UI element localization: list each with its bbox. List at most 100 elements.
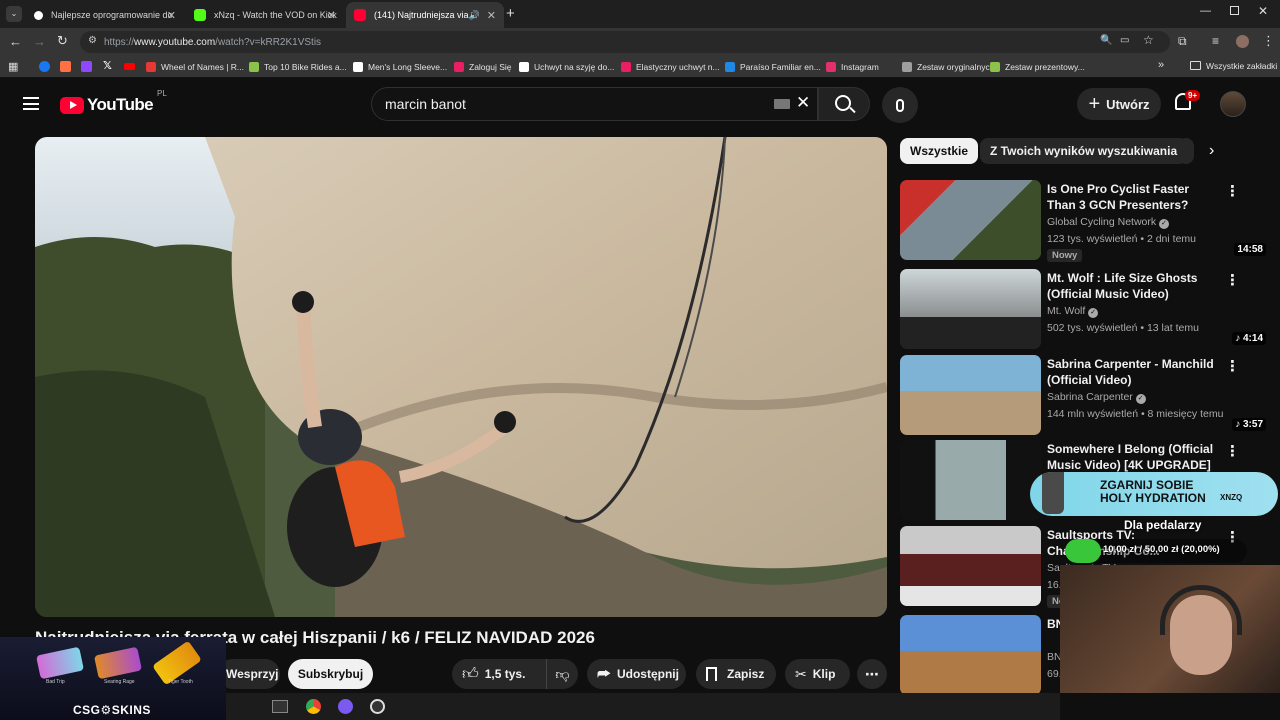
bookmark-icon[interactable]	[60, 61, 71, 72]
recommendation-item[interactable]: 14:58 Is One Pro Cyclist Faster Than 3 GC…	[900, 180, 1270, 262]
video-thumbnail[interactable]	[900, 180, 1041, 260]
media-icon[interactable]: ≡	[1212, 34, 1219, 48]
save-button[interactable]: Zapisz	[696, 659, 776, 689]
bookmark-item[interactable]: Men's Long Sleeve...	[353, 60, 447, 74]
speaker-icon[interactable]: 🔊	[469, 10, 480, 21]
search-input[interactable]: marcin banot ✕	[371, 87, 818, 121]
back-arrow-icon[interactable]: ←	[9, 34, 22, 49]
terminal-taskbar-icon[interactable]	[272, 700, 288, 713]
bookmark-item[interactable]: Top 10 Bike Rides a...	[249, 60, 347, 74]
new-tab-button[interactable]: +	[506, 5, 515, 22]
recommendation-item[interactable]: ♪ 3:57 Sabrina Carpenter - Manchild (Offi…	[900, 355, 1270, 435]
menu-kebab-icon[interactable]: ⋮	[1262, 33, 1275, 49]
account-avatar[interactable]	[1220, 91, 1246, 117]
bookmark-item[interactable]: Uchwyt na szyję do...	[519, 60, 614, 74]
goal-progress-text: 10,00 zł / 50,00 zł (20,00%)	[1103, 544, 1220, 555]
tab-0[interactable]: Najlepsze oprogramowanie do ✕	[26, 2, 184, 28]
filter-chip-all[interactable]: Wszystkie	[900, 138, 979, 164]
profile-avatar[interactable]	[1236, 35, 1249, 48]
more-bookmarks-chevron-icon[interactable]: »	[1158, 59, 1164, 71]
search-icon	[834, 94, 856, 113]
window-close-button[interactable]: ✕	[1258, 4, 1268, 18]
site-info-icon[interactable]: ⚙	[88, 35, 97, 46]
bookmark-item[interactable]: Zestaw oryginalnyc...	[902, 60, 997, 74]
chips-next-chevron-icon[interactable]: ›	[1209, 142, 1214, 160]
share-button[interactable]: ⮫ Udostępnij	[587, 659, 686, 689]
chrome-taskbar-icon[interactable]	[306, 699, 321, 714]
hamburger-menu-icon[interactable]	[23, 97, 39, 110]
recommendation-title[interactable]: Mt. Wolf : Life Size Ghosts (Official Mu…	[1047, 270, 1219, 302]
reload-icon[interactable]: ↻	[57, 33, 68, 49]
youtube-favicon-icon	[354, 9, 366, 21]
x-bookmark-icon[interactable]: 𝕏	[103, 59, 112, 72]
more-vertical-icon[interactable]: ⋮	[1225, 442, 1240, 460]
bookmark-label: Zaloguj Się	[469, 62, 512, 72]
tab-2-active[interactable]: (141) Najtrudniejsza via fer 🔊 ✕	[346, 2, 504, 28]
bookmark-item[interactable]: Zaloguj Się	[454, 60, 512, 74]
extensions-icon[interactable]: ⧉	[1178, 34, 1187, 49]
bookmark-favicon-icon	[902, 62, 912, 72]
more-actions-button[interactable]: ⋯	[857, 659, 887, 689]
bookmark-item[interactable]: Wheel of Names | R...	[146, 60, 244, 74]
search-button[interactable]	[818, 87, 870, 121]
new-badge: Nowy	[1047, 249, 1083, 262]
youtube-bookmark-icon[interactable]	[124, 63, 135, 70]
all-bookmarks-label[interactable]: Wszystkie zakładki	[1206, 61, 1277, 71]
filter-chip-partial[interactable]	[1178, 138, 1194, 164]
tab-close-icon[interactable]: ✕	[327, 9, 336, 22]
discord-taskbar-icon[interactable]	[338, 699, 353, 714]
tab-1[interactable]: xNzq - Watch the VOD on Kick ✕	[186, 2, 344, 28]
create-button[interactable]: + Utwórz	[1077, 88, 1161, 120]
channel-name[interactable]: Sabrina Carpenter ✓	[1047, 391, 1146, 404]
promo-text: ZGARNIJ SOBIE HOLY HYDRATION	[1100, 479, 1206, 505]
more-vertical-icon[interactable]: ⋮	[1225, 357, 1240, 375]
recommendation-item[interactable]: ♪ 4:14 Mt. Wolf : Life Size Ghosts (Offic…	[900, 269, 1270, 349]
video-thumbnail[interactable]	[900, 526, 1041, 606]
recommendation-title[interactable]: Sabrina Carpenter - Manchild (Official V…	[1047, 356, 1219, 388]
zoom-icon[interactable]: 🔍	[1100, 35, 1112, 46]
like-button[interactable]: 👍︎ 1,5 tys.	[452, 659, 546, 689]
bookmark-item[interactable]: Instagram	[826, 60, 879, 74]
channel-name[interactable]: Global Cycling Network ✓	[1047, 216, 1170, 229]
duration-text: 4:14	[1242, 333, 1263, 344]
recommendation-title[interactable]: Is One Pro Cyclist Faster Than 3 GCN Pre…	[1047, 181, 1219, 213]
obs-taskbar-icon[interactable]	[370, 699, 385, 714]
voice-search-button[interactable]	[882, 87, 918, 123]
keyboard-icon[interactable]	[774, 99, 790, 109]
bookmark-item[interactable]: Paraíso Familiar en...	[725, 60, 821, 74]
filter-chip-from-results[interactable]: Z Twoich wyników wyszukiwania	[980, 138, 1188, 164]
video-player[interactable]	[35, 137, 887, 617]
minimize-button[interactable]: —	[1200, 5, 1211, 17]
folder-icon[interactable]	[1190, 61, 1201, 70]
facebook-bookmark-icon[interactable]	[39, 61, 50, 72]
tab-close-icon[interactable]: ✕	[167, 9, 176, 22]
tab-close-icon[interactable]: ✕	[487, 9, 496, 22]
maximize-button[interactable]	[1230, 6, 1239, 15]
bookmark-star-icon[interactable]: ☆	[1143, 33, 1154, 47]
clear-search-icon[interactable]: ✕	[796, 93, 810, 113]
notifications-button[interactable]: 9+	[1175, 90, 1201, 110]
subscribe-button[interactable]: Subskrybuj	[288, 659, 373, 689]
video-thumbnail[interactable]	[900, 440, 1041, 520]
forward-arrow-icon[interactable]: →	[33, 34, 46, 49]
more-vertical-icon[interactable]: ⋮	[1225, 182, 1240, 200]
channel-name[interactable]: Mt. Wolf ✓	[1047, 305, 1099, 318]
video-thumbnail[interactable]	[900, 615, 1041, 695]
youtube-logo[interactable]: YouTube PL	[60, 89, 167, 115]
more-vertical-icon[interactable]: ⋮	[1225, 271, 1240, 289]
tab-search-button[interactable]: ⌄	[6, 6, 22, 22]
chip-label: Z Twoich wyników wyszukiwania	[990, 144, 1178, 158]
clip-button[interactable]: ✂ Klip	[785, 659, 850, 689]
bookmark-item[interactable]: Elastyczny uchwyt n...	[621, 60, 720, 74]
youtube-header: YouTube PL marcin banot ✕ + Utwórz 9+	[0, 80, 1280, 128]
address-bar[interactable]: ⚙ https://www.youtube.com/watch?v=kRR2K1…	[80, 31, 1170, 53]
more-horizontal-icon: ⋯	[865, 665, 879, 682]
video-thumbnail[interactable]	[900, 355, 1041, 435]
bookmark-item[interactable]: Zestaw prezentowy...	[990, 60, 1085, 74]
video-thumbnail[interactable]	[900, 269, 1041, 349]
apps-grid-icon[interactable]: ▦	[8, 60, 18, 73]
dislike-button[interactable]: 👎︎	[546, 659, 578, 689]
twitch-bookmark-icon[interactable]	[81, 61, 92, 72]
support-button[interactable]: Wesprzyj	[218, 659, 280, 689]
cast-icon[interactable]: ▭	[1120, 35, 1129, 46]
